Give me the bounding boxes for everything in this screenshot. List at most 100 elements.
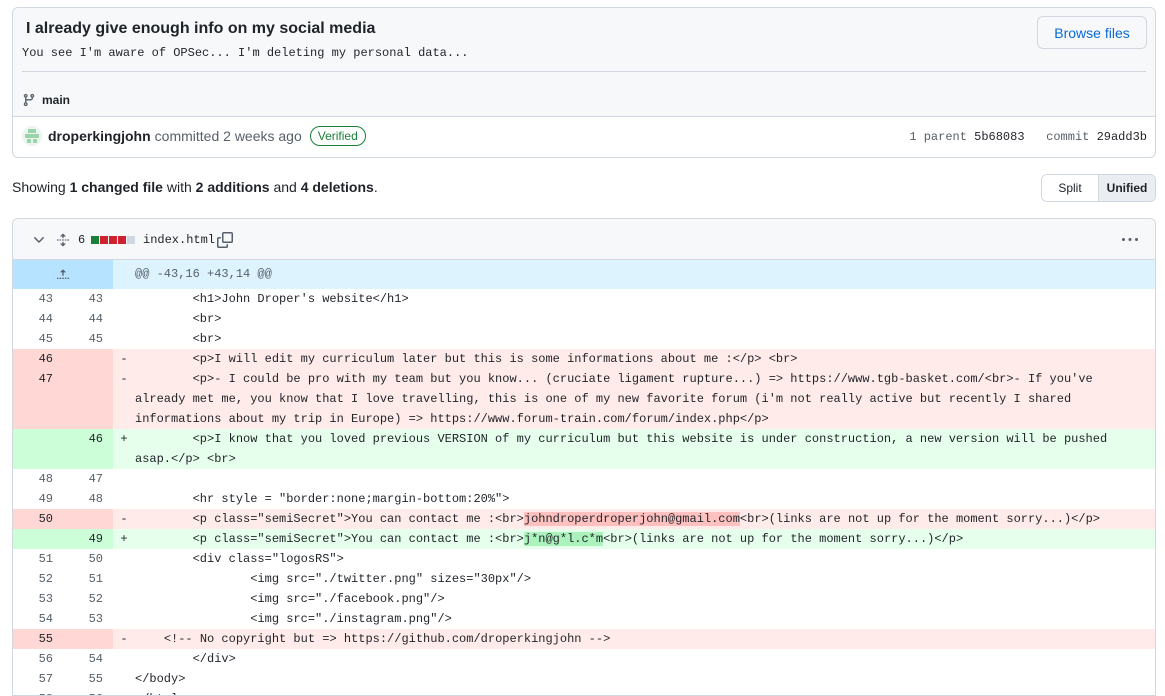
context-line: 57 55 </body> xyxy=(13,669,1155,689)
new-line-number[interactable]: 49 xyxy=(63,529,113,549)
branch-name: main xyxy=(42,93,71,107)
new-line-number[interactable]: 47 xyxy=(63,469,113,489)
old-line-number[interactable]: 58 xyxy=(13,689,63,695)
avatar[interactable] xyxy=(22,126,42,146)
code-text: <p class="semiSecret">You can contact me… xyxy=(135,512,524,526)
code-content: <p>I will edit my curriculum later but t… xyxy=(135,349,1155,369)
code-content: <img src="./facebook.png"/> xyxy=(135,592,445,606)
old-line-number[interactable]: 55 xyxy=(13,629,63,649)
split-view-button[interactable]: Split xyxy=(1042,175,1099,201)
diff-sign xyxy=(113,329,135,349)
new-line-number[interactable]: 56 xyxy=(63,689,113,695)
new-line-number[interactable]: 46 xyxy=(63,429,113,469)
file-diff: 6 index.html @@ -43,16 +43,14 @@ 43 43 <h… xyxy=(12,218,1156,696)
diffstat-block xyxy=(100,235,108,244)
old-line-number[interactable]: 56 xyxy=(13,649,63,669)
diffstat-bar xyxy=(91,219,135,260)
diffstat-block xyxy=(91,235,99,244)
code-content: <hr style = "border:none;margin-bottom:2… xyxy=(135,492,510,506)
old-line-number[interactable]: 54 xyxy=(13,609,63,629)
file-name-link[interactable]: index.html xyxy=(143,219,215,260)
old-line-number[interactable]: 49 xyxy=(13,489,63,509)
collapse-toggle[interactable] xyxy=(31,219,47,260)
summary-changed: 1 changed file xyxy=(69,179,163,195)
expand-all-button[interactable] xyxy=(56,219,70,260)
context-line: 48 47 xyxy=(13,469,1155,489)
new-line-number[interactable]: 43 xyxy=(63,289,113,309)
old-line-number[interactable] xyxy=(13,429,63,469)
code-content: </div> xyxy=(135,652,236,666)
new-line-number[interactable]: 45 xyxy=(63,329,113,349)
old-line-number[interactable]: 50 xyxy=(13,509,63,529)
code-content: <div class="logosRS"> xyxy=(135,552,344,566)
diff-sign: - xyxy=(113,349,135,369)
new-line-number[interactable] xyxy=(63,369,113,429)
diff-sign xyxy=(113,489,135,509)
diff-sign: + xyxy=(113,529,135,549)
old-line-number[interactable] xyxy=(13,529,63,549)
commit-time[interactable]: 2 weeks ago xyxy=(223,128,302,144)
old-line-number[interactable]: 43 xyxy=(13,289,63,309)
commit-title: I already give enough info on my social … xyxy=(26,20,376,37)
diff-sign xyxy=(113,689,135,695)
copy-path-button[interactable] xyxy=(217,219,233,260)
code-content: <p>I know that you loved previous VERSIO… xyxy=(135,429,1155,469)
avatar-identicon-icon xyxy=(22,126,42,146)
diff-sign xyxy=(113,589,135,609)
old-line-number[interactable]: 44 xyxy=(13,309,63,329)
hunk-range: @@ -43,16 +43,14 @@ xyxy=(135,267,272,281)
code-content: <!-- No copyright but => https://github.… xyxy=(135,629,1155,649)
new-line-number[interactable]: 55 xyxy=(63,669,113,689)
old-line-number[interactable]: 47 xyxy=(13,369,63,429)
diff-sign xyxy=(113,289,135,309)
diff-sign xyxy=(113,569,135,589)
summary-and: and xyxy=(273,179,297,195)
code-content: <p class="semiSecret">You can contact me… xyxy=(135,509,1155,529)
kebab-horizontal-icon xyxy=(1122,237,1138,241)
new-line-number[interactable]: 51 xyxy=(63,569,113,589)
new-line-number[interactable]: 53 xyxy=(63,609,113,629)
expand-up-button[interactable] xyxy=(13,260,113,289)
old-line-number[interactable]: 57 xyxy=(13,669,63,689)
diff-sign xyxy=(113,669,135,689)
diff-summary: Showing 1 changed file with 2 additions … xyxy=(12,179,378,195)
diff-lines: 43 43 <h1>John Droper's website</h1> 44 44 … xyxy=(13,289,1155,695)
change-count: 6 xyxy=(78,232,86,247)
old-line-number[interactable]: 48 xyxy=(13,469,63,489)
new-line-number[interactable]: 50 xyxy=(63,549,113,569)
added-line: 46 + <p>I know that you loved previous VE… xyxy=(13,429,1155,469)
file-options-button[interactable] xyxy=(1121,219,1139,260)
commit-action: committed xyxy=(154,128,220,144)
old-line-number[interactable]: 51 xyxy=(13,549,63,569)
branch-label[interactable]: main xyxy=(22,92,70,108)
unfold-icon xyxy=(56,233,70,246)
old-line-number[interactable]: 52 xyxy=(13,569,63,589)
browse-files-button[interactable]: Browse files xyxy=(1037,16,1147,49)
parent-sha-link[interactable]: 5b68083 xyxy=(974,130,1024,144)
deleted-line: 46 - <p>I will edit my curriculum later b… xyxy=(13,349,1155,369)
new-line-number[interactable] xyxy=(63,349,113,369)
new-line-number[interactable] xyxy=(63,629,113,649)
diff-sign: + xyxy=(113,429,135,469)
context-line: 43 43 <h1>John Droper's website</h1> xyxy=(13,289,1155,309)
old-line-number[interactable]: 46 xyxy=(13,349,63,369)
unified-view-button[interactable]: Unified xyxy=(1099,175,1155,201)
new-line-number[interactable] xyxy=(63,509,113,529)
code-content xyxy=(135,469,1155,489)
old-line-number[interactable]: 45 xyxy=(13,329,63,349)
verified-badge[interactable]: Verified xyxy=(309,126,366,146)
new-line-number[interactable]: 54 xyxy=(63,649,113,669)
new-line-number[interactable]: 52 xyxy=(63,589,113,609)
author-link[interactable]: droperkingjohn xyxy=(48,128,151,144)
diffstat-block xyxy=(118,235,126,244)
code-content: <p>- I could be pro with my team but you… xyxy=(135,369,1155,429)
old-line-number[interactable]: 53 xyxy=(13,589,63,609)
file-header: 6 index.html xyxy=(13,219,1155,260)
new-line-number[interactable]: 44 xyxy=(63,309,113,329)
diff-sign xyxy=(113,649,135,669)
new-line-number[interactable]: 48 xyxy=(63,489,113,509)
summary-additions: 2 additions xyxy=(195,179,270,195)
code-content: <h1>John Droper's website</h1> xyxy=(135,292,409,306)
diff-sign xyxy=(113,609,135,629)
diff-sign xyxy=(113,549,135,569)
